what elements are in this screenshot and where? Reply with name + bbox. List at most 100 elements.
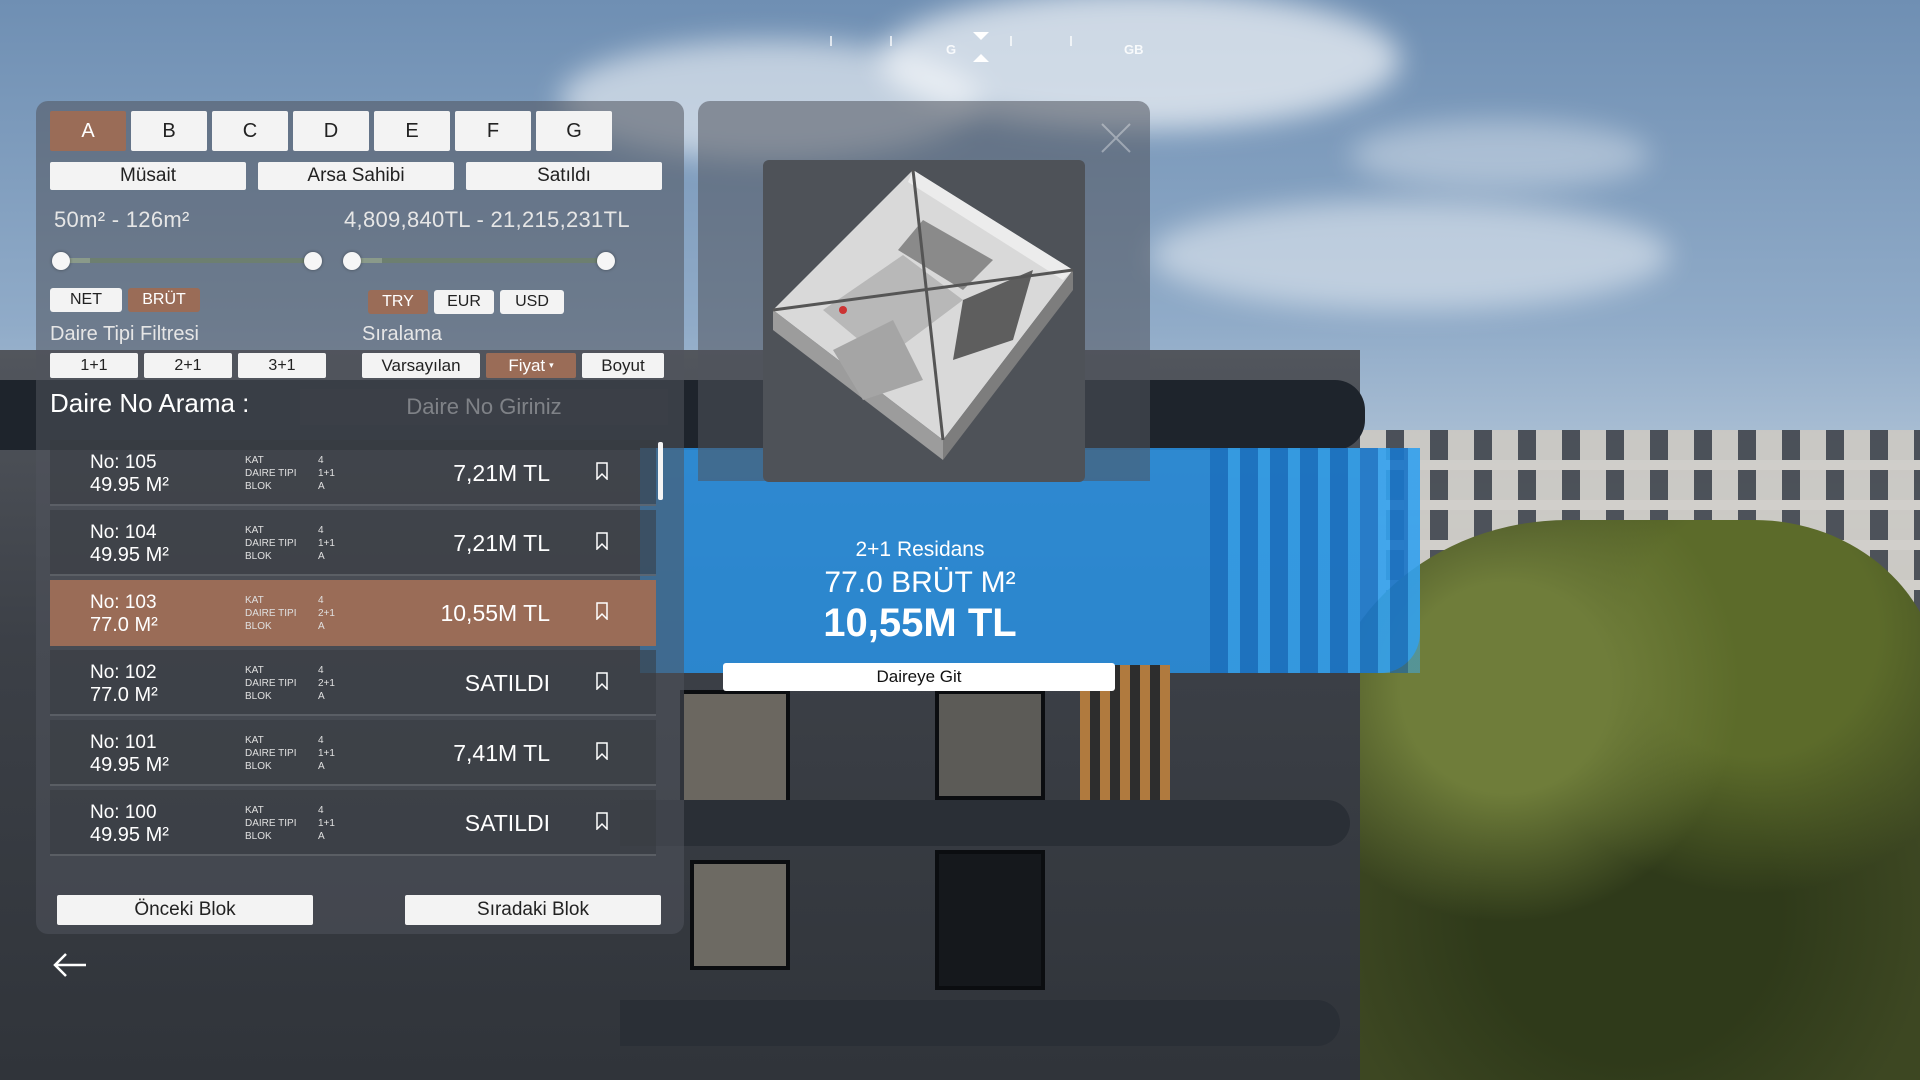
unit-meta-values: 4 2+1 A	[318, 664, 335, 703]
compass-tick	[1010, 36, 1012, 46]
sort-size-button[interactable]: Boyut	[582, 353, 664, 378]
price-range-text: 4,809,840TL - 21,215,231TL	[344, 207, 630, 232]
bookmark-icon[interactable]	[596, 742, 608, 760]
block-value: A	[318, 831, 325, 842]
type-value: 2+1	[318, 608, 335, 619]
net-toggle[interactable]: NET	[50, 288, 122, 312]
area-range-slider[interactable]	[52, 252, 322, 270]
unit-row[interactable]: No: 102 77.0 M² KAT DAIRE TIPI BLOK 4 2+…	[50, 650, 656, 716]
unit-price: 7,21M TL	[453, 460, 550, 486]
unit-area: 77.0 M²	[90, 684, 158, 706]
go-to-unit-button[interactable]: Daireye Git	[723, 663, 1115, 691]
bookmark-icon[interactable]	[596, 602, 608, 620]
status-sold-button[interactable]: Satıldı	[466, 162, 662, 190]
type-1plus1-button[interactable]: 1+1	[50, 353, 138, 378]
tab-block-e[interactable]: E	[374, 111, 450, 151]
unit-price: SATILDI	[464, 670, 550, 696]
floor-plan-image[interactable]	[763, 160, 1085, 482]
currency-usd[interactable]: USD	[500, 290, 564, 314]
block-label: BLOK	[245, 761, 272, 772]
type-label: DAIRE TIPI	[245, 468, 297, 479]
currency-try[interactable]: TRY	[368, 290, 428, 314]
slider-max-handle[interactable]	[304, 252, 322, 270]
unit-price: SATILDI	[464, 810, 550, 836]
slider-min-handle[interactable]	[343, 252, 361, 270]
compass-tick	[830, 36, 832, 46]
unit-meta-labels: KAT DAIRE TIPI BLOK	[245, 594, 297, 633]
unit-price: 7,21M TL	[453, 530, 550, 556]
bookmark-icon[interactable]	[596, 672, 608, 690]
slider-max-handle[interactable]	[597, 252, 615, 270]
unit-area-label: 77.0 BRÜT M²	[824, 566, 1016, 599]
sort-options: Varsayılan Fiyat ▾ Boyut	[362, 353, 664, 378]
floor-value: 4	[318, 665, 324, 676]
unit-list-scrollbar[interactable]	[658, 442, 663, 500]
price-range-slider[interactable]	[343, 252, 615, 270]
unit-row[interactable]: No: 103 77.0 M² KAT DAIRE TIPI BLOK 4 2+…	[50, 580, 656, 646]
tab-block-a[interactable]: A	[50, 111, 126, 151]
slider-min-handle[interactable]	[52, 252, 70, 270]
back-arrow-icon[interactable]	[50, 950, 90, 980]
sort-default-button[interactable]: Varsayılan	[362, 353, 480, 378]
tab-block-g[interactable]: G	[536, 111, 612, 151]
unit-row[interactable]: No: 101 49.95 M² KAT DAIRE TIPI BLOK 4 1…	[50, 720, 656, 786]
block-label: BLOK	[245, 621, 272, 632]
type-2plus1-button[interactable]: 2+1	[144, 353, 232, 378]
balcony	[620, 1000, 1340, 1046]
status-available-button[interactable]: Müsait	[50, 162, 246, 190]
close-icon[interactable]	[1096, 118, 1136, 158]
bookmark-icon[interactable]	[596, 812, 608, 830]
type-label: DAIRE TIPI	[245, 678, 297, 689]
block-value: A	[318, 621, 325, 632]
building-window	[690, 860, 790, 970]
bookmark-icon[interactable]	[596, 462, 608, 480]
unit-area: 49.95 M²	[90, 544, 169, 566]
unit-price: 10,55M TL	[440, 600, 550, 626]
brut-toggle[interactable]: BRÜT	[128, 288, 200, 312]
type-label: DAIRE TIPI	[245, 818, 297, 829]
floor-label: KAT	[245, 455, 264, 466]
type-value: 1+1	[318, 748, 335, 759]
unit-row[interactable]: No: 100 49.95 M² KAT DAIRE TIPI BLOK 4 1…	[50, 790, 656, 856]
floor-label: KAT	[245, 595, 264, 606]
bookmark-icon[interactable]	[596, 532, 608, 550]
type-filter-label: Daire Tipi Filtresi	[50, 323, 199, 345]
currency-eur[interactable]: EUR	[434, 290, 494, 314]
next-block-button[interactable]: Sıradaki Blok	[405, 895, 661, 925]
floor-value: 4	[318, 735, 324, 746]
block-value: A	[318, 761, 325, 772]
tab-block-b[interactable]: B	[131, 111, 207, 151]
unit-area: 49.95 M²	[90, 824, 169, 846]
unit-number: No: 102	[90, 662, 157, 683]
unit-meta-labels: KAT DAIRE TIPI BLOK	[245, 734, 297, 773]
tab-block-f[interactable]: F	[455, 111, 531, 151]
unit-number: No: 104	[90, 522, 157, 543]
building-window	[935, 850, 1045, 990]
sort-direction-icon: ▾	[549, 360, 554, 370]
compass-tick	[1070, 36, 1072, 46]
unit-type-label: 2+1 Residans	[855, 538, 985, 561]
unit-number: No: 101	[90, 732, 157, 753]
slider-track	[60, 258, 314, 263]
status-landowner-button[interactable]: Arsa Sahibi	[258, 162, 454, 190]
unit-list: No: 105 49.95 M² KAT DAIRE TIPI BLOK 4 1…	[50, 440, 656, 880]
type-value: 1+1	[318, 538, 335, 549]
unit-meta-labels: KAT DAIRE TIPI BLOK	[245, 524, 297, 563]
sort-price-button[interactable]: Fiyat ▾	[486, 353, 576, 378]
unit-row[interactable]: No: 105 49.95 M² KAT DAIRE TIPI BLOK 4 1…	[50, 440, 656, 506]
slider-track	[351, 258, 607, 263]
unit-number-search-input[interactable]	[300, 389, 668, 425]
type-label: DAIRE TIPI	[245, 608, 297, 619]
unit-row[interactable]: No: 104 49.95 M² KAT DAIRE TIPI BLOK 4 1…	[50, 510, 656, 576]
compass-mark-right: GB	[1124, 42, 1144, 57]
block-label: BLOK	[245, 481, 272, 492]
unit-number: No: 103	[90, 592, 157, 613]
tab-block-c[interactable]: C	[212, 111, 288, 151]
type-3plus1-button[interactable]: 3+1	[238, 353, 326, 378]
previous-block-button[interactable]: Önceki Blok	[57, 895, 313, 925]
floor-label: KAT	[245, 525, 264, 536]
floor-value: 4	[318, 595, 324, 606]
block-tabs: A B C D E F G	[50, 111, 612, 151]
tab-block-d[interactable]: D	[293, 111, 369, 151]
floor-value: 4	[318, 805, 324, 816]
